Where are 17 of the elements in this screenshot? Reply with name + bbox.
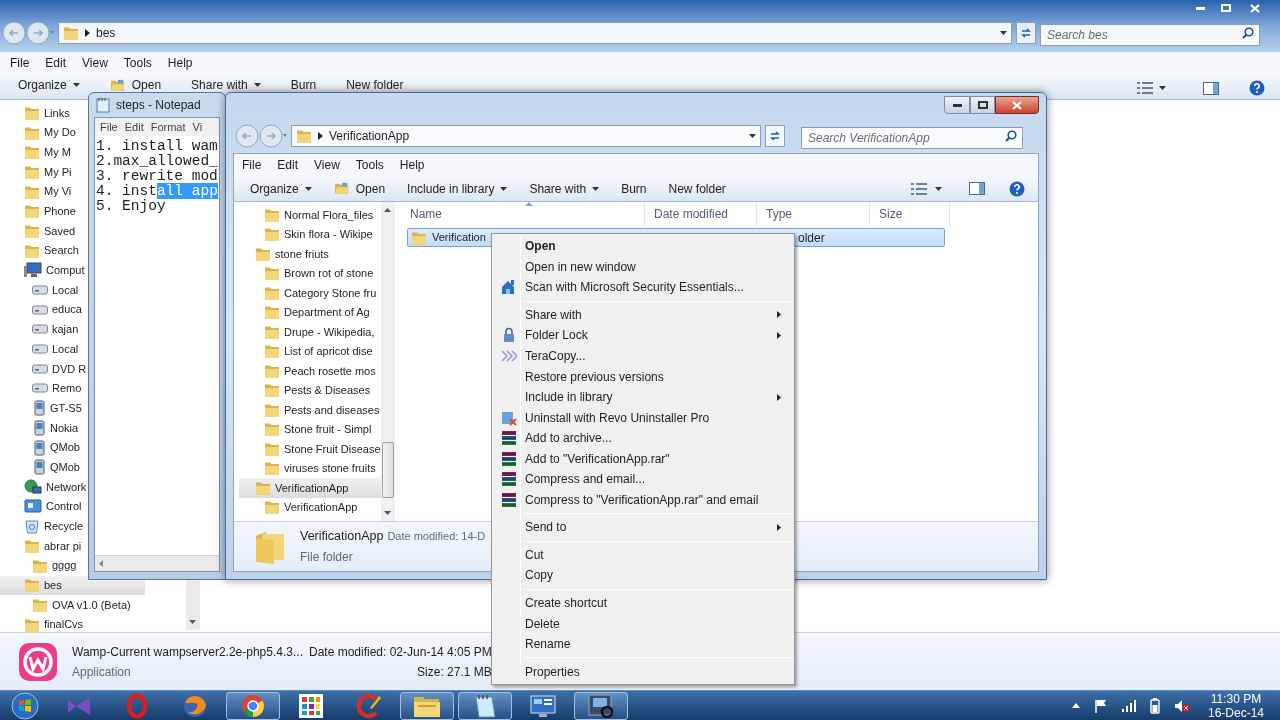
window-title: steps - Notepad <box>116 97 201 114</box>
folder-name: VerificationApp <box>300 528 384 546</box>
text-line: 4. install app <box>96 184 219 199</box>
clock-time: 11:30 PM <box>1210 691 1262 706</box>
date-modified: Date modified: 14-D <box>387 529 486 545</box>
text-line: 3. rewrite mod <box>96 169 219 184</box>
file-type: older <box>798 229 825 247</box>
text-line: 1. install wam <box>96 139 219 154</box>
file-name: Wamp-Current wampserver2.2e-php5.4.3... <box>72 643 303 661</box>
file-type: Application <box>72 663 132 681</box>
clock-date: 16-Dec-14 <box>1207 705 1264 720</box>
date-modified: Date modified: 02-Jun-14 4:05 PM <box>309 643 492 661</box>
text-line: 5. Enjoy <box>96 199 167 214</box>
text-line: 2.max_allowed_ <box>96 154 219 169</box>
file-size: Size: 27.1 MB <box>417 663 492 681</box>
file-name: Verification <box>432 230 486 246</box>
file-type: File folder <box>300 548 354 566</box>
